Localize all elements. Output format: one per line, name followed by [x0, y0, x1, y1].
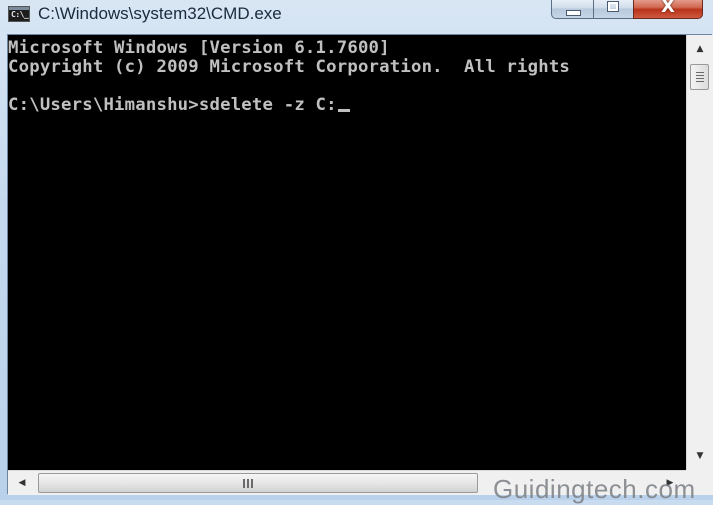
command-input[interactable]: sdelete -z C:	[199, 95, 337, 115]
watermark: Guidingtech.com	[493, 474, 696, 504]
scroll-left-button[interactable]: ◀	[8, 471, 36, 495]
prompt: C:\Users\Himanshu>	[8, 95, 199, 115]
window-title: C:\Windows\system32\CMD.exe	[38, 4, 282, 23]
console-output[interactable]: Microsoft Windows [Version 6.1.7600] Cop…	[8, 35, 686, 470]
scroll-down-button[interactable]: ▼	[687, 444, 713, 468]
grip-icon	[696, 81, 704, 82]
arrow-up-icon: ▲	[696, 44, 704, 54]
close-icon: X	[661, 0, 675, 17]
vertical-scroll-thumb[interactable]	[690, 64, 709, 90]
maximize-button[interactable]	[593, 0, 633, 19]
grip-icon	[696, 72, 704, 73]
arrow-left-icon: ◀	[18, 478, 26, 488]
cmd-app-icon[interactable]: C:\_	[8, 6, 30, 22]
horizontal-scroll-thumb[interactable]	[38, 473, 478, 493]
console-line-version: Microsoft Windows [Version 6.1.7600]	[8, 38, 390, 58]
maximize-icon	[607, 1, 619, 12]
grip-icon	[251, 479, 253, 488]
arrow-down-icon: ▼	[696, 451, 704, 461]
console-command-line[interactable]: C:\Users\Himanshu>sdelete -z C:	[8, 96, 350, 115]
app-icon-text: C:\_	[11, 10, 29, 19]
scroll-up-button[interactable]: ▲	[687, 37, 713, 61]
grip-icon	[247, 479, 249, 488]
grip-icon	[696, 75, 704, 76]
caption-buttons: X	[551, 0, 703, 19]
cmd-window: C:\_ C:\Windows\system32\CMD.exe X Micro…	[0, 0, 713, 504]
minimize-icon	[566, 10, 581, 16]
minimize-button[interactable]	[551, 0, 593, 19]
client-area: Microsoft Windows [Version 6.1.7600] Cop…	[7, 34, 713, 495]
vertical-scrollbar[interactable]: ▲ ▼	[686, 35, 713, 470]
text-cursor	[337, 109, 350, 112]
grip-icon	[696, 78, 704, 79]
grip-icon	[243, 479, 245, 488]
title-bar[interactable]: C:\_ C:\Windows\system32\CMD.exe X	[0, 0, 713, 34]
console-line-copyright: Copyright (c) 2009 Microsoft Corporation…	[8, 57, 571, 77]
close-button[interactable]: X	[633, 0, 703, 19]
